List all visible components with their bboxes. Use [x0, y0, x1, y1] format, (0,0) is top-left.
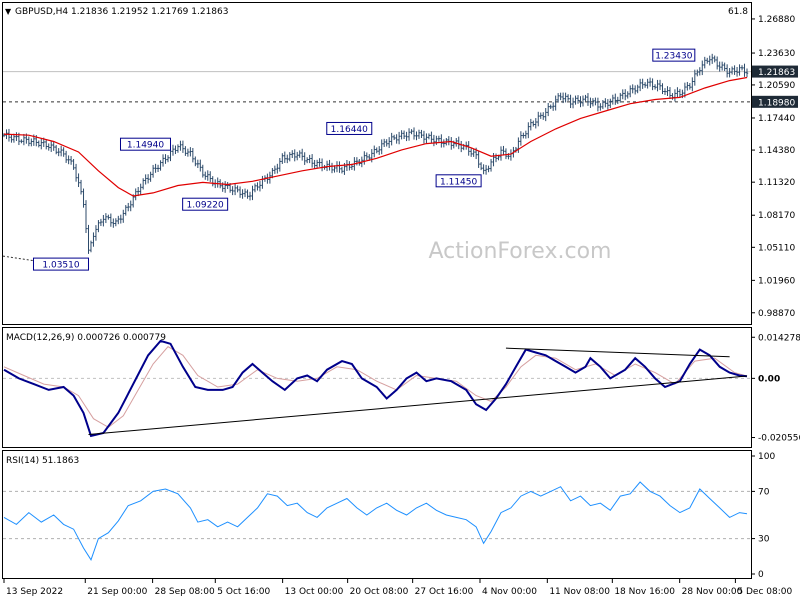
price-y-tick-label: 1.01960 [758, 276, 795, 286]
x-tick-label: 28 Nov 00:00 [682, 587, 743, 597]
price-y-tick-label: 1.17440 [758, 114, 795, 124]
x-tick-label: 13 Sep 2022 [6, 587, 63, 597]
rsi-y-tick-label: 70 [758, 487, 770, 497]
macd-panel-title: MACD(12,26,9) 0.000726 0.000779 [6, 333, 166, 343]
annotation-label: 1.09220 [187, 201, 224, 211]
annotation-label: 1.16440 [331, 125, 368, 135]
x-tick-label: 20 Oct 08:00 [350, 587, 409, 597]
price-y-tick-label: 1.14380 [758, 146, 795, 156]
rsi-y-tick-label: 30 [758, 535, 770, 545]
chart-menu-icon[interactable]: ▼ [5, 7, 12, 16]
watermark: ActionForex.com [429, 239, 612, 264]
price-y-tick-label: 1.23630 [758, 49, 795, 59]
rsi-panel-title: RSI(14) 51.1863 [6, 456, 79, 466]
annotation-label: 1.03510 [42, 261, 79, 271]
rsi-y-tick-label: 100 [758, 452, 775, 462]
current-price-label: 1.21863 [758, 68, 795, 78]
support-price-label: 1.18980 [758, 98, 795, 108]
x-tick-label: 21 Sep 00:00 [87, 587, 147, 597]
x-tick-label: 4 Nov 00:00 [482, 587, 537, 597]
price-panel [2, 2, 752, 325]
macd-y-tick-label: -0.020556 [758, 434, 800, 444]
price-y-tick-label: 1.05110 [758, 243, 795, 253]
corner-value: 61.8 [728, 7, 748, 17]
x-tick-label: 5 Dec 08:00 [737, 587, 792, 597]
x-tick-label: 13 Oct 00:00 [285, 587, 344, 597]
annotation-label: 1.23430 [655, 52, 692, 62]
price-y-tick-label: 1.11320 [758, 178, 795, 188]
price-y-tick-label: 1.26880 [758, 15, 795, 25]
x-tick-label: 5 Oct 16:00 [217, 587, 270, 597]
x-tick-label: 18 Nov 16:00 [614, 587, 675, 597]
annotation-label: 1.11450 [440, 177, 477, 187]
rsi-panel [2, 450, 752, 579]
price-panel-title: GBPUSD,H4 1.21836 1.21952 1.21769 1.2186… [15, 7, 228, 17]
price-y-tick-label: 0.98870 [758, 309, 795, 319]
x-tick-label: 28 Sep 08:00 [155, 587, 215, 597]
macd-y-tick-label: 0.014278 [758, 333, 800, 343]
x-tick-label: 27 Oct 16:00 [415, 587, 474, 597]
x-tick-label: 11 Nov 08:00 [549, 587, 610, 597]
annotation-label: 1.14940 [127, 141, 164, 151]
price-y-tick-label: 1.08170 [758, 211, 795, 221]
forex-chart: ActionForex.com 1.03510 1.14940 1.09220 1.1… [2, 2, 800, 597]
rsi-y-tick-label: 0 [758, 570, 764, 580]
macd-y-tick-label: 0.00 [758, 374, 780, 384]
price-y-tick-label: 1.20590 [758, 81, 795, 91]
